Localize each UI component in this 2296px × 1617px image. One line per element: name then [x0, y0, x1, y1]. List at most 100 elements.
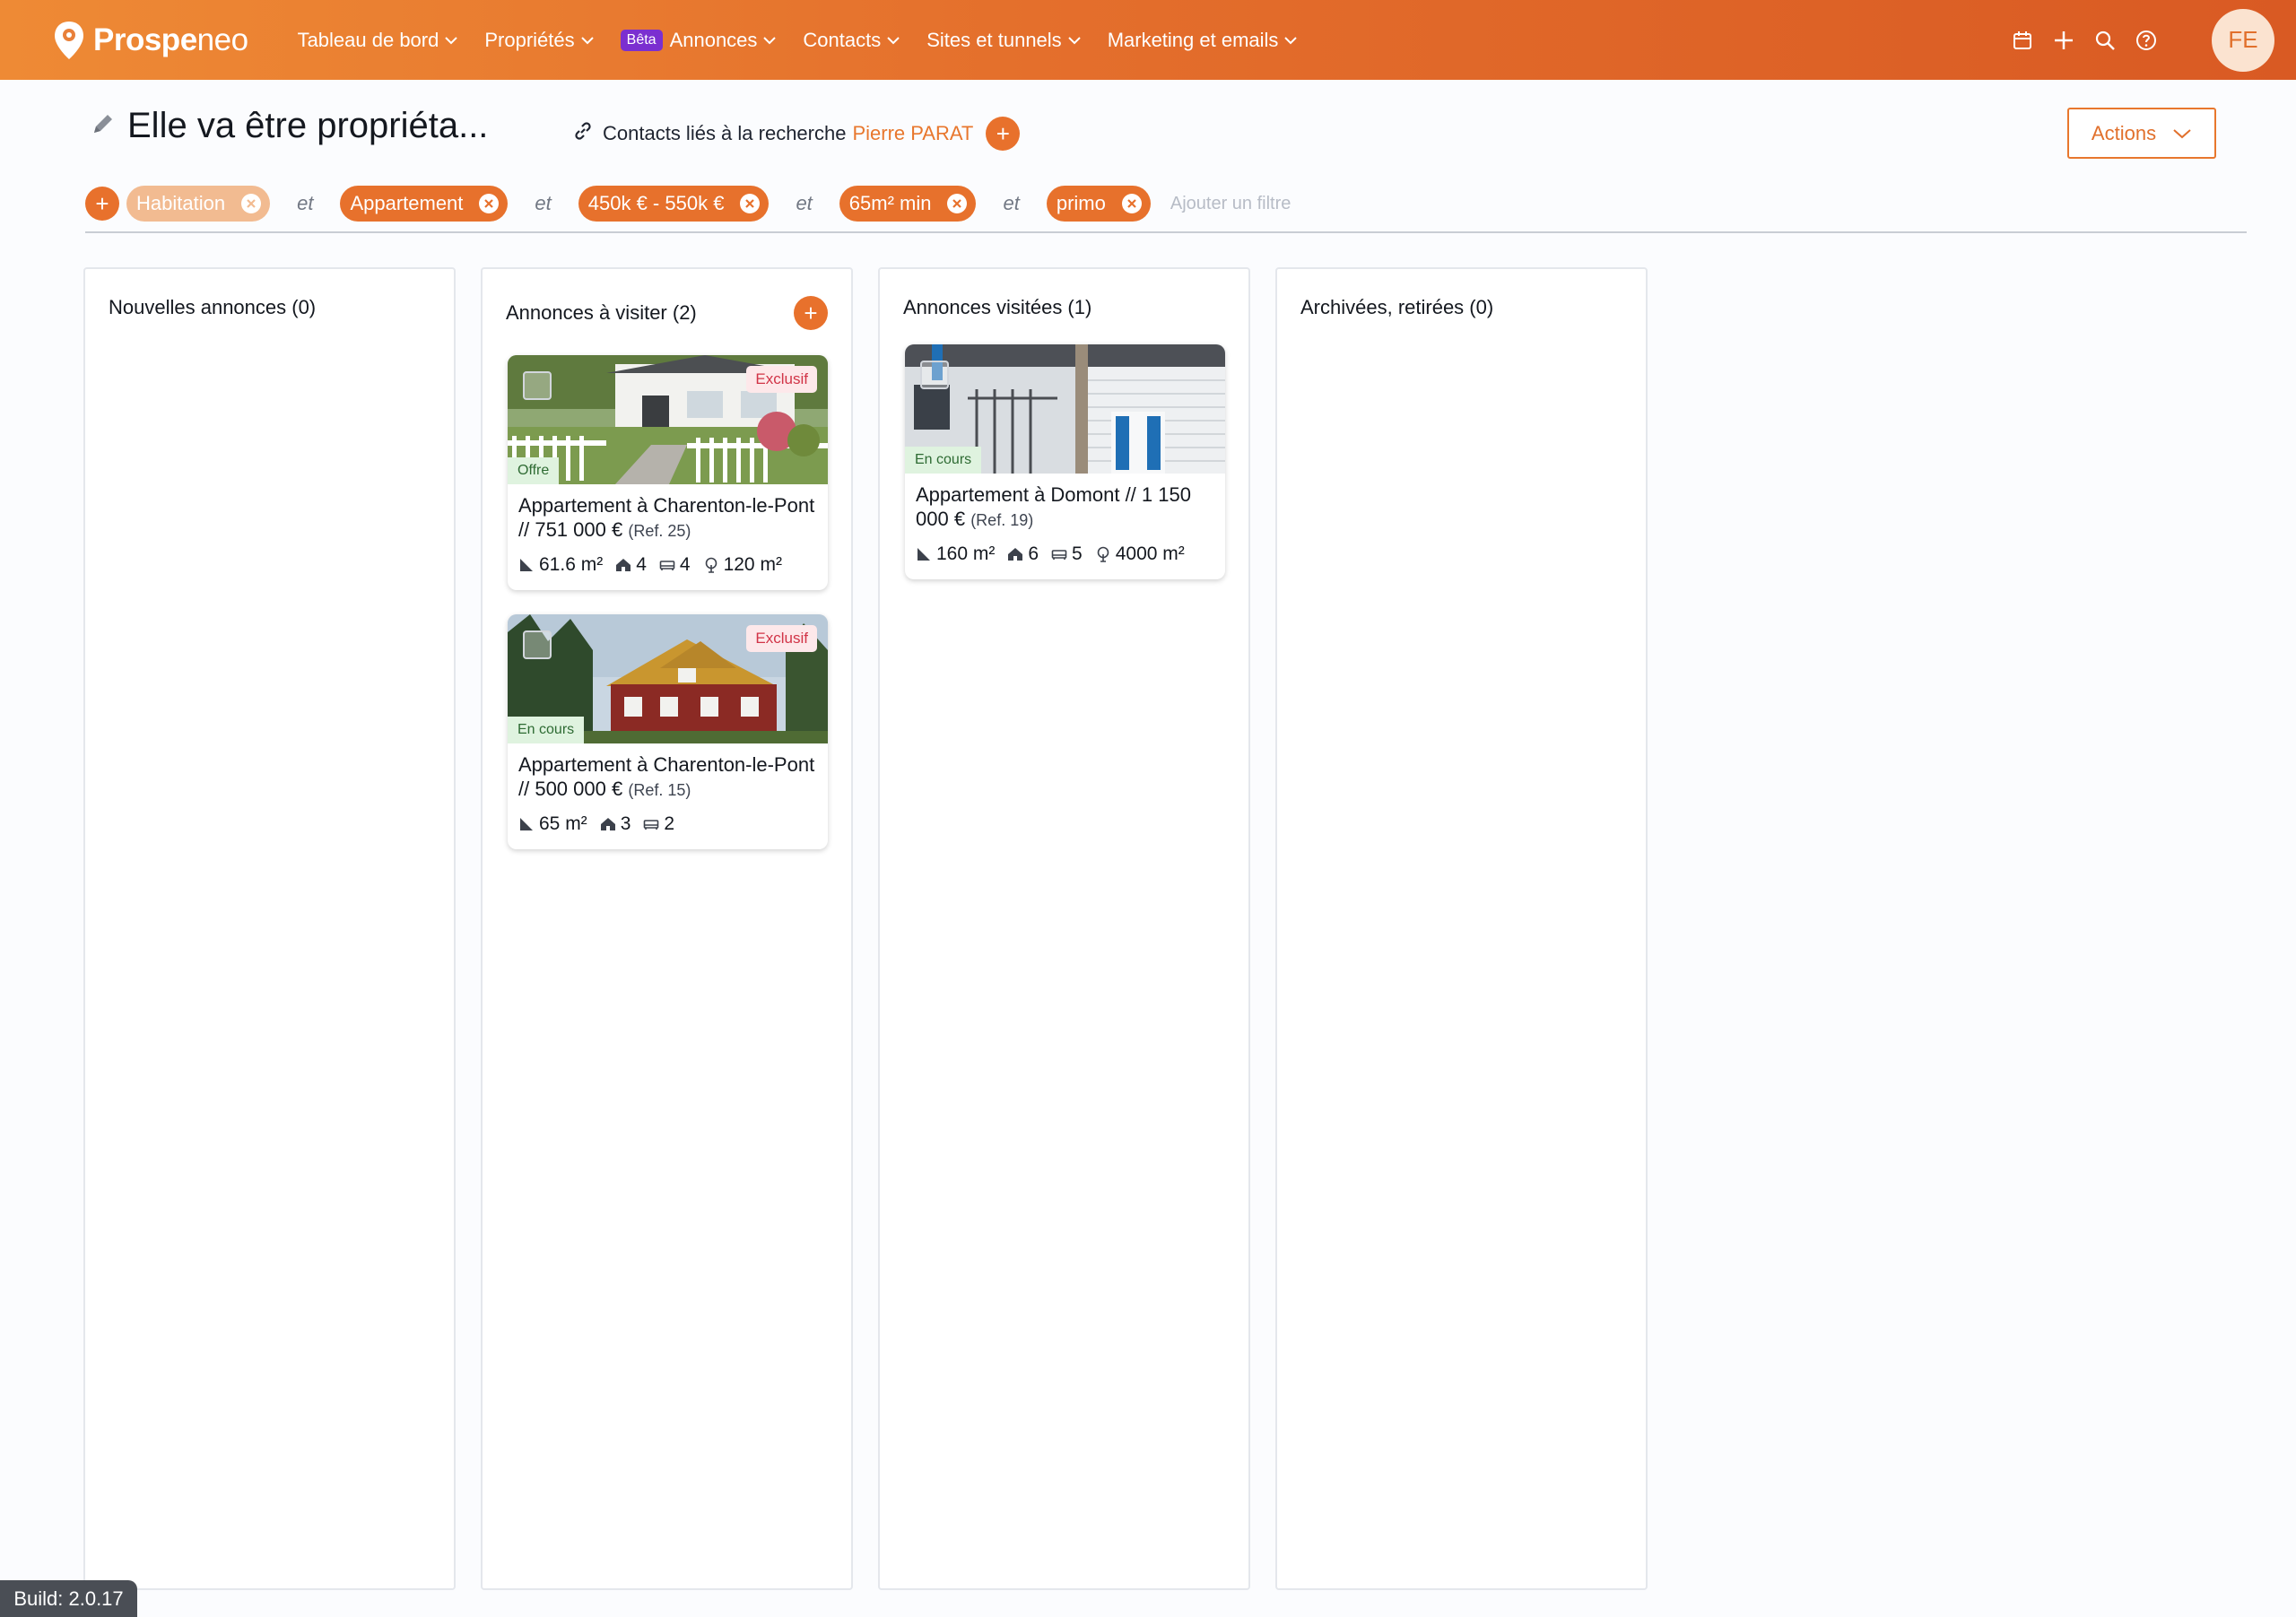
chevron-down-icon	[445, 36, 458, 44]
chevron-down-icon	[887, 36, 900, 44]
nav-properties-label: Propriétés	[484, 28, 575, 51]
remove-filter-icon[interactable]	[239, 192, 263, 215]
nav-properties[interactable]: Propriétés	[484, 29, 594, 52]
nav-dashboard[interactable]: Tableau de bord	[298, 29, 459, 52]
feature-rooms: 4	[615, 554, 647, 576]
edit-title-button[interactable]	[90, 110, 117, 142]
listing-title: Appartement à Charenton-le-Pont // 751 0…	[508, 484, 828, 543]
listing-card[interactable]: En cours Appartement à Domont // 1 150 0…	[905, 344, 1225, 579]
feature-land: 4000 m²	[1095, 543, 1185, 565]
filter-joiner: et	[535, 192, 552, 214]
surface-icon	[918, 548, 930, 561]
nav-contacts[interactable]: Contacts	[803, 29, 900, 52]
nav-dashboard-label: Tableau de bord	[297, 28, 439, 51]
select-checkbox[interactable]	[523, 371, 552, 400]
house-icon	[600, 818, 615, 830]
actions-dropdown[interactable]: Actions	[2067, 108, 2216, 159]
status-badge: Offre	[508, 457, 560, 484]
search-button[interactable]	[2084, 20, 2126, 61]
filter-chip-price[interactable]: 450k € - 550k €	[578, 186, 770, 222]
linked-contact-name[interactable]: Pierre PARAT	[852, 122, 973, 145]
select-checkbox[interactable]	[920, 361, 949, 389]
add-filter-link[interactable]: Ajouter un filtre	[1170, 194, 1292, 214]
exclusive-badge: Exclusif	[746, 366, 817, 393]
column-to-visit: Annonces à visiter (2) + Exclusif Offre …	[481, 267, 853, 1590]
column-title: Nouvelles annonces (0)	[109, 296, 317, 318]
brand-name: Prospeneo	[93, 22, 248, 57]
listing-title: Appartement à Domont // 1 150 000 € (Ref…	[905, 474, 1225, 533]
chevron-down-icon	[580, 36, 594, 44]
calendar-icon	[2013, 30, 2031, 49]
column-archived: Archivées, retirées (0)	[1275, 267, 1648, 1590]
remove-filter-icon[interactable]	[945, 192, 969, 215]
listing-title-text: Appartement à Domont // 1 150 000 €	[916, 483, 1191, 530]
add-filter-button[interactable]: +	[85, 187, 119, 221]
chevron-down-icon	[1067, 36, 1081, 44]
tree-icon	[705, 557, 717, 573]
filter-chip-label: 65m² min	[848, 192, 932, 214]
surface-icon	[520, 818, 533, 830]
status-badge: En cours	[905, 447, 982, 474]
main-nav: Tableau de bord Propriétés Bêta Annonces…	[298, 29, 1325, 52]
filter-joiner: et	[796, 192, 813, 214]
filter-joiner: et	[1003, 192, 1020, 214]
search-title-row: Elle va être propriéta...	[90, 106, 488, 146]
filter-chip-appartement[interactable]: Appartement	[340, 186, 509, 222]
top-right-tools: FE	[2002, 0, 2296, 80]
listing-title: Appartement à Charenton-le-Pont // 500 0…	[508, 743, 828, 803]
select-checkbox[interactable]	[523, 630, 552, 659]
column-title: Annonces à visiter (2)	[506, 301, 697, 324]
filter-chip-label: Habitation	[136, 192, 226, 214]
column-new-listings: Nouvelles annonces (0)	[83, 267, 456, 1590]
filter-chip-surface[interactable]: 65m² min	[839, 186, 977, 222]
nav-listings[interactable]: Bêta Annonces	[620, 28, 778, 52]
location-pin-logo-icon	[55, 21, 83, 59]
listing-card[interactable]: Exclusif Offre Appartement à Charenton-l…	[508, 355, 828, 590]
remove-filter-icon[interactable]	[1120, 192, 1144, 215]
brand-logo[interactable]: Prospeneo	[52, 20, 248, 61]
bedrooms-value: 4	[679, 554, 691, 575]
nav-marketing-emails[interactable]: Marketing et emails	[1108, 29, 1299, 52]
plus-icon: +	[996, 120, 1010, 147]
filter-chip-primo[interactable]: primo	[1046, 186, 1151, 222]
remove-filter-icon[interactable]	[738, 192, 761, 215]
nav-sites-tunnels[interactable]: Sites et tunnels	[926, 29, 1081, 52]
bed-icon	[659, 561, 675, 570]
land-value: 4000 m²	[1115, 543, 1185, 564]
pencil-icon	[94, 115, 112, 133]
feature-rooms: 6	[1007, 543, 1039, 565]
top-navbar: Prospeneo Tableau de bord Propriétés Bêt…	[0, 0, 2296, 80]
listing-features: 61.6 m² 4 4 120 m²	[508, 543, 828, 590]
rooms-value: 6	[1028, 543, 1039, 564]
add-contact-button[interactable]: +	[986, 117, 1021, 151]
feature-land: 120 m²	[703, 554, 782, 576]
listing-card[interactable]: Exclusif En cours Appartement à Charento…	[508, 614, 828, 849]
bedrooms-value: 2	[664, 813, 675, 834]
filter-divider	[85, 231, 2247, 233]
link-icon	[572, 120, 594, 147]
filter-joiner: et	[297, 192, 314, 214]
remove-filter-icon[interactable]	[477, 192, 500, 215]
user-avatar[interactable]: FE	[2212, 8, 2274, 72]
help-button[interactable]	[2126, 20, 2167, 61]
house-icon	[1008, 548, 1023, 561]
bedrooms-value: 5	[1072, 543, 1083, 564]
status-badge: En cours	[508, 717, 585, 743]
calendar-button[interactable]	[2002, 20, 2043, 61]
filter-chip-habitation[interactable]: Habitation	[126, 186, 271, 222]
nav-listings-label: Annonces	[669, 28, 758, 51]
build-version: Build: 2.0.17	[0, 1580, 137, 1617]
search-icon	[2095, 30, 2115, 50]
feature-bedrooms: 5	[1051, 543, 1083, 565]
rooms-value: 4	[636, 554, 647, 575]
add-listing-button[interactable]: +	[794, 296, 828, 330]
filter-bar: + Habitation et Appartement et 450k € - …	[85, 186, 1291, 222]
surface-value: 65 m²	[539, 813, 587, 834]
add-button[interactable]	[2043, 20, 2084, 61]
feature-bedrooms: 4	[659, 554, 691, 576]
listing-features: 160 m² 6 5 4000 m²	[905, 533, 1225, 579]
linked-contacts-label: Contacts liés à la recherche	[603, 122, 847, 144]
help-icon	[2136, 30, 2156, 50]
nav-marketing-label: Marketing et emails	[1107, 28, 1279, 51]
filter-chip-label: Appartement	[350, 192, 464, 214]
